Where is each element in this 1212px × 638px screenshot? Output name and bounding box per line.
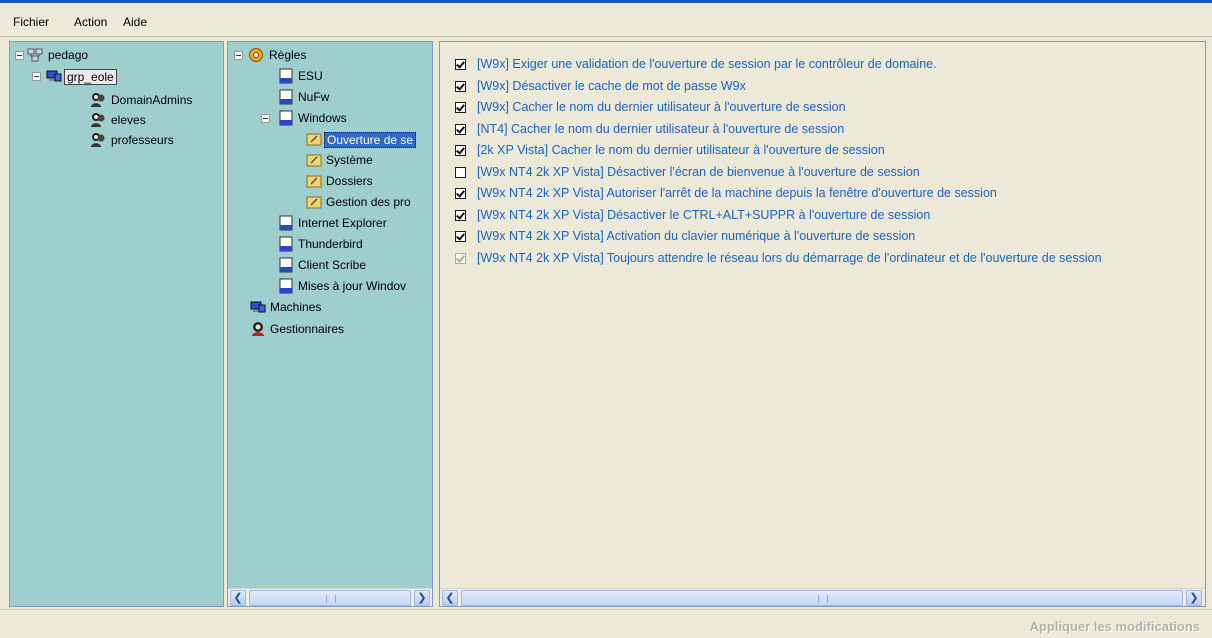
tree-label-internet-explorer: Internet Explorer (298, 216, 387, 230)
tree-node-grp-eole[interactable]: grp_eole (10, 67, 210, 85)
tree-node-internet-explorer[interactable]: Internet Explorer (228, 214, 432, 232)
policy-label: [W9x] Cacher le nom du dernier utilisate… (477, 100, 846, 114)
tree-node-pedago[interactable]: pedago (10, 46, 210, 64)
users-icon (91, 113, 105, 127)
tree-label-ouverture: Ouverture de se (324, 132, 417, 148)
policy-label: [W9x NT4 2k XP Vista] Toujours attendre … (477, 250, 1102, 265)
policy-checkbox[interactable] (455, 145, 466, 156)
tree-label-eleves: eleves (111, 113, 146, 127)
policy-label: [NT4] Cacher le nom du dernier utilisate… (477, 121, 845, 136)
right-horizontal-scrollbar[interactable]: ❮ ❯ (440, 588, 1205, 606)
scroll-left-button[interactable]: ❮ (442, 590, 458, 606)
tree-node-esu[interactable]: ESU (228, 67, 428, 85)
tree-label-professeurs: professeurs (111, 133, 174, 147)
tree-node-gestionnaires[interactable]: Gestionnaires (228, 320, 428, 338)
policy-label: [W9x] Désactiver le cache de mot de pass… (477, 78, 746, 93)
tree-label-client-scribe: Client Scribe (298, 258, 367, 272)
status-bar: Appliquer les modifications (0, 609, 1212, 638)
tree-node-systeme[interactable]: Système (228, 151, 428, 169)
computer-group-icon (46, 70, 62, 82)
tree-node-domainadmins[interactable]: DomainAdmins (10, 91, 210, 109)
policy-checkbox[interactable] (455, 123, 466, 135)
tree-label-systeme: Système (326, 153, 373, 167)
tree-node-machines[interactable]: Machines (228, 298, 428, 316)
apply-changes-button[interactable]: Appliquer les modifications (1024, 615, 1206, 637)
users-icon (91, 93, 105, 107)
groups-tree-pane[interactable]: pedago grp_eole DomainAdmins eleves prof… (9, 41, 224, 607)
menu-action[interactable]: Action (74, 15, 107, 29)
policy-checkbox[interactable] (455, 166, 466, 178)
scroll-right-button[interactable]: ❯ (414, 590, 430, 606)
folder-rule-icon (306, 133, 322, 146)
policy-checkbox[interactable] (455, 209, 466, 221)
tree-node-gestion[interactable]: Gestion des pro (228, 193, 432, 211)
document-icon (279, 257, 293, 273)
tree-label-dossiers: Dossiers (326, 174, 373, 188)
document-icon (279, 215, 293, 231)
policy-label: [W9x NT4 2k XP Vista] Désactiver l'écran… (477, 164, 920, 179)
user-icon (252, 322, 264, 336)
computer-group-icon (250, 301, 266, 313)
gear-icon (249, 48, 263, 62)
document-icon (279, 110, 293, 126)
network-group-icon (27, 48, 43, 62)
policy-checkbox[interactable] (455, 231, 466, 242)
policy-checkbox[interactable] (455, 102, 466, 113)
scroll-thumb[interactable] (461, 590, 1183, 606)
tree-label-domainadmins: DomainAdmins (111, 93, 193, 107)
policy-label: [W9x NT4 2k XP Vista] Activation du clav… (477, 229, 916, 243)
menu-fichier[interactable]: Fichier (13, 15, 49, 29)
policy-list-pane[interactable]: [W9x] Exiger une validation de l'ouvertu… (439, 41, 1206, 607)
policy-checkbox[interactable] (455, 80, 466, 92)
tree-label-esu: ESU (298, 69, 323, 83)
tree-node-regles[interactable]: Règles (228, 46, 428, 64)
tree-label-windows: Windows (298, 111, 347, 125)
menu-aide[interactable]: Aide (123, 15, 147, 29)
folder-rule-icon (306, 154, 322, 167)
tree-label-machines: Machines (270, 300, 322, 314)
document-icon (279, 89, 293, 105)
tree-label-gestionnaires: Gestionnaires (270, 322, 345, 336)
document-icon (279, 278, 293, 294)
folder-rule-icon (306, 175, 322, 188)
tree-label-nufw: NuFw (298, 90, 330, 104)
collapse-icon[interactable] (261, 114, 270, 123)
tree-node-mises-a-jour[interactable]: Mises à jour Windov (228, 277, 432, 295)
menu-bar: Fichier Action Aide (0, 3, 1212, 37)
policy-label: [W9x] Exiger une validation de l'ouvertu… (477, 57, 937, 71)
policy-checkbox[interactable] (455, 188, 466, 199)
document-icon (279, 68, 293, 84)
collapse-icon[interactable] (15, 51, 24, 60)
tree-node-windows[interactable]: Windows (228, 109, 428, 127)
tree-node-eleves[interactable]: eleves (10, 111, 210, 129)
policy-label: [2k XP Vista] Cacher le nom du dernier u… (477, 143, 885, 157)
rules-tree-pane[interactable]: Règles ESU NuFw Windows Ouverture de se … (227, 41, 433, 607)
users-icon (91, 133, 105, 147)
middle-horizontal-scrollbar[interactable]: ❮ ❯ (228, 588, 432, 606)
tree-label-thunderbird: Thunderbird (298, 237, 363, 251)
policy-checkbox (455, 252, 466, 264)
collapse-icon[interactable] (234, 51, 243, 60)
tree-label-grp-eole: grp_eole (64, 69, 117, 85)
policy-checkbox[interactable] (455, 59, 466, 70)
tree-node-professeurs[interactable]: professeurs (10, 131, 210, 149)
scroll-left-button[interactable]: ❮ (230, 590, 246, 606)
folder-rule-icon (306, 196, 322, 209)
collapse-icon[interactable] (32, 72, 41, 81)
tree-label-mises-a-jour: Mises à jour Windov (298, 279, 407, 293)
document-icon (279, 236, 293, 252)
policy-label: [W9x NT4 2k XP Vista] Désactiver le CTRL… (477, 207, 931, 222)
tree-label-regles: Règles (269, 48, 307, 62)
tree-node-ouverture[interactable]: Ouverture de se (228, 130, 432, 148)
tree-label-pedago: pedago (48, 48, 89, 62)
tree-node-client-scribe[interactable]: Client Scribe (228, 256, 428, 274)
scroll-thumb[interactable] (249, 590, 411, 606)
tree-node-thunderbird[interactable]: Thunderbird (228, 235, 428, 253)
tree-node-dossiers[interactable]: Dossiers (228, 172, 428, 190)
scroll-right-button[interactable]: ❯ (1186, 590, 1202, 606)
tree-label-gestion: Gestion des pro (326, 195, 411, 209)
policy-label: [W9x NT4 2k XP Vista] Autoriser l'arrêt … (477, 186, 997, 200)
tree-node-nufw[interactable]: NuFw (228, 88, 428, 106)
